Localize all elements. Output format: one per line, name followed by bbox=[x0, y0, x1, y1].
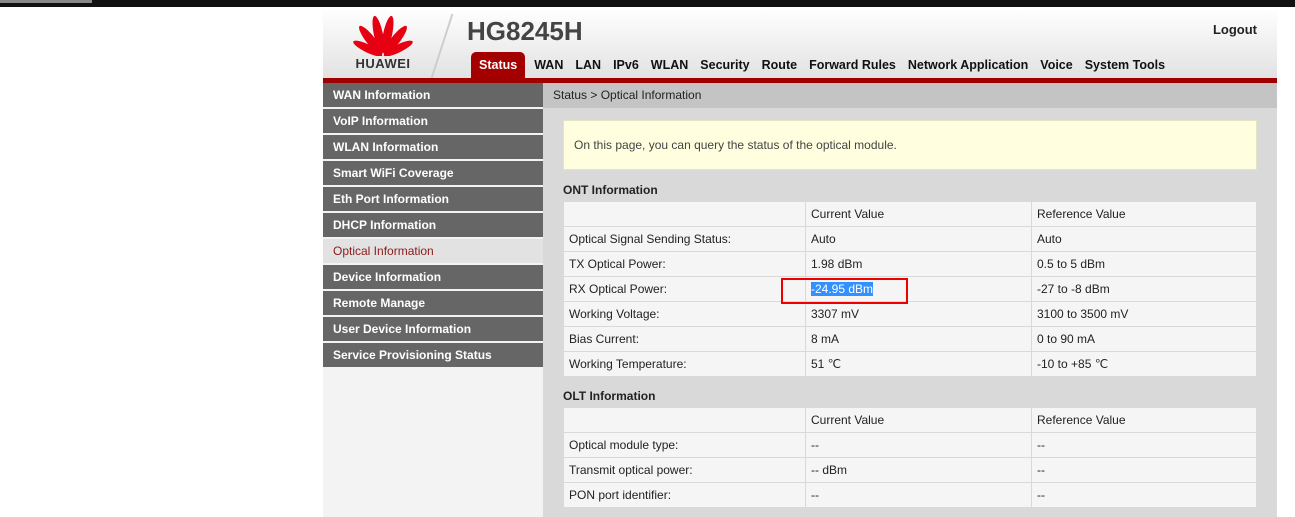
current-value: -- bbox=[805, 482, 1032, 508]
table-row: PON port identifier: -- -- bbox=[563, 482, 1257, 508]
current-value: 1.98 dBm bbox=[805, 251, 1032, 277]
divider bbox=[430, 14, 454, 78]
sidebar-item-eth-port-information[interactable]: Eth Port Information bbox=[323, 187, 543, 213]
table-row: Working Temperature: 51 ℃ -10 to +85 ℃ bbox=[563, 351, 1257, 377]
header-cell: Current Value bbox=[805, 201, 1032, 227]
sidebar-item-smart-wifi-coverage[interactable]: Smart WiFi Coverage bbox=[323, 161, 543, 187]
tab-ipv6[interactable]: IPv6 bbox=[607, 52, 645, 78]
reference-value: -27 to -8 dBm bbox=[1031, 276, 1257, 302]
current-value: Auto bbox=[805, 226, 1032, 252]
sidebar-item-wan-information[interactable]: WAN Information bbox=[323, 83, 543, 109]
header: HUAWEI HG8245H Logout Status WAN LAN IPv… bbox=[323, 8, 1277, 78]
row-label: Working Temperature: bbox=[563, 351, 806, 377]
table-row: Optical module type: -- -- bbox=[563, 432, 1257, 458]
tab-voice[interactable]: Voice bbox=[1034, 52, 1078, 78]
ont-section-title: ONT Information bbox=[563, 183, 658, 197]
table-row: Optical Signal Sending Status: Auto Auto bbox=[563, 226, 1257, 252]
table-header-row: Current Value Reference Value bbox=[563, 201, 1257, 227]
reference-value: -- bbox=[1031, 482, 1257, 508]
tab-system-tools[interactable]: System Tools bbox=[1079, 52, 1171, 78]
row-label: Optical Signal Sending Status: bbox=[563, 226, 806, 252]
current-value: 3307 mV bbox=[805, 301, 1032, 327]
row-label: Optical module type: bbox=[563, 432, 806, 458]
tab-wan[interactable]: WAN bbox=[528, 52, 569, 78]
table-row: Bias Current: 8 mA 0 to 90 mA bbox=[563, 326, 1257, 352]
tab-lan[interactable]: LAN bbox=[569, 52, 607, 78]
header-cell: Current Value bbox=[805, 407, 1032, 433]
reference-value: -- bbox=[1031, 432, 1257, 458]
top-bar bbox=[0, 0, 1295, 7]
row-label: RX Optical Power: bbox=[563, 276, 806, 302]
main-nav: Status WAN LAN IPv6 WLAN Security Route … bbox=[471, 52, 1171, 78]
sidebar-item-voip-information[interactable]: VoIP Information bbox=[323, 109, 543, 135]
ont-table: Current Value Reference Value Optical Sig… bbox=[563, 201, 1257, 377]
sidebar-item-dhcp-information[interactable]: DHCP Information bbox=[323, 213, 543, 239]
sidebar-item-service-provisioning-status[interactable]: Service Provisioning Status bbox=[323, 343, 543, 369]
olt-section-title: OLT Information bbox=[563, 389, 656, 403]
reference-value: 3100 to 3500 mV bbox=[1031, 301, 1257, 327]
row-label: PON port identifier: bbox=[563, 482, 806, 508]
table-header-row: Current Value Reference Value bbox=[563, 407, 1257, 433]
current-value: -- bbox=[805, 432, 1032, 458]
sidebar-item-device-information[interactable]: Device Information bbox=[323, 265, 543, 291]
current-value: 51 ℃ bbox=[805, 351, 1032, 377]
reference-value: Auto bbox=[1031, 226, 1257, 252]
info-box: On this page, you can query the status o… bbox=[563, 120, 1257, 170]
current-value: 8 mA bbox=[805, 326, 1032, 352]
sidebar-item-remote-manage[interactable]: Remote Manage bbox=[323, 291, 543, 317]
breadcrumb: Status > Optical Information bbox=[543, 83, 1277, 108]
table-row: RX Optical Power: -24.95 dBm -27 to -8 dBm bbox=[563, 276, 1257, 302]
highlight-box bbox=[781, 278, 908, 304]
reference-value: -- bbox=[1031, 457, 1257, 483]
reference-value: 0.5 to 5 dBm bbox=[1031, 251, 1257, 277]
header-cell bbox=[563, 407, 806, 433]
reference-value: -10 to +85 ℃ bbox=[1031, 351, 1257, 377]
table-row: Transmit optical power: -- dBm -- bbox=[563, 457, 1257, 483]
header-cell: Reference Value bbox=[1031, 407, 1257, 433]
tab-forward-rules[interactable]: Forward Rules bbox=[803, 52, 902, 78]
reference-value: 0 to 90 mA bbox=[1031, 326, 1257, 352]
model-title: HG8245H bbox=[467, 16, 583, 46]
huawei-logo: HUAWEI bbox=[343, 12, 423, 74]
sidebar-item-wlan-information[interactable]: WLAN Information bbox=[323, 135, 543, 161]
tab-status[interactable]: Status bbox=[471, 52, 526, 78]
sidebar-item-optical-information[interactable]: Optical Information bbox=[323, 239, 543, 265]
tab-security[interactable]: Security bbox=[694, 52, 755, 78]
row-label: TX Optical Power: bbox=[563, 251, 806, 277]
content: Status > Optical Information On this pag… bbox=[543, 83, 1277, 517]
tab-network-application[interactable]: Network Application bbox=[902, 52, 1034, 78]
top-bar-segment bbox=[0, 0, 92, 3]
tab-wlan[interactable]: WLAN bbox=[645, 52, 695, 78]
header-cell bbox=[563, 201, 806, 227]
brand-name: HUAWEI bbox=[355, 56, 411, 71]
sidebar-item-user-device-information[interactable]: User Device Information bbox=[323, 317, 543, 343]
row-label: Working Voltage: bbox=[563, 301, 806, 327]
logout-link[interactable]: Logout bbox=[1213, 22, 1257, 37]
row-label: Transmit optical power: bbox=[563, 457, 806, 483]
row-label: Bias Current: bbox=[563, 326, 806, 352]
table-row: Working Voltage: 3307 mV 3100 to 3500 mV bbox=[563, 301, 1257, 327]
header-cell: Reference Value bbox=[1031, 201, 1257, 227]
sidebar: WAN Information VoIP Information WLAN In… bbox=[323, 83, 543, 517]
tab-route[interactable]: Route bbox=[756, 52, 803, 78]
huawei-flower-icon bbox=[353, 15, 413, 56]
olt-table: Current Value Reference Value Optical mod… bbox=[563, 407, 1257, 508]
table-row: TX Optical Power: 1.98 dBm 0.5 to 5 dBm bbox=[563, 251, 1257, 277]
current-value: -- dBm bbox=[805, 457, 1032, 483]
